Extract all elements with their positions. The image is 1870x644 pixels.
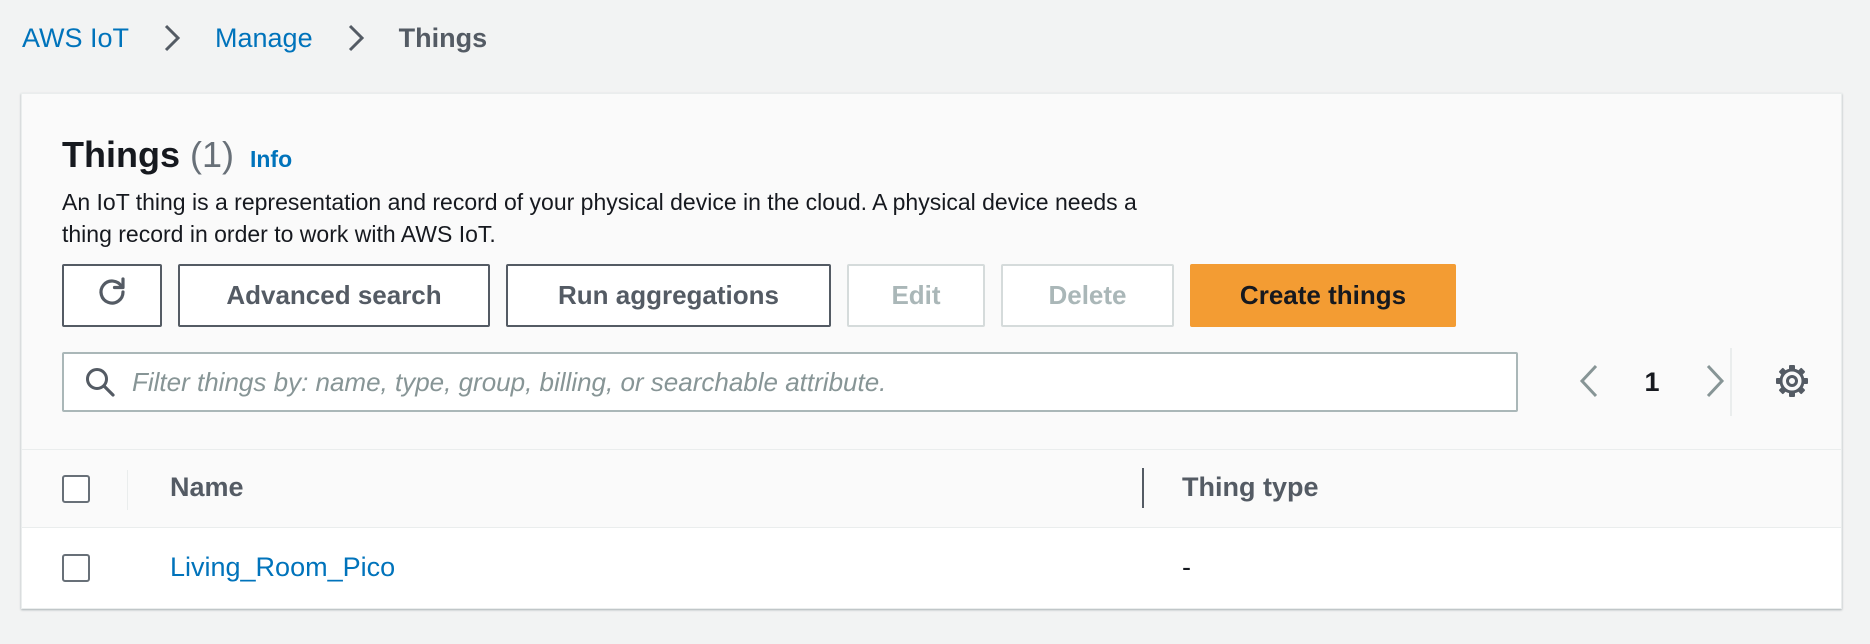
info-link[interactable]: Info: [250, 146, 292, 173]
things-panel: Things (1) Info An IoT thing is a repres…: [21, 93, 1842, 609]
chevron-right-icon: [1704, 363, 1726, 402]
breadcrumb-aws-iot[interactable]: AWS IoT: [22, 23, 129, 54]
next-page-button[interactable]: [1695, 362, 1735, 402]
gear-icon: [1774, 363, 1810, 402]
thing-name-link[interactable]: Living_Room_Pico: [170, 552, 395, 583]
delete-button[interactable]: Delete: [1001, 264, 1174, 327]
search-box: [62, 352, 1518, 412]
column-resize-handle[interactable]: [1142, 468, 1144, 508]
chevron-right-icon: [151, 18, 193, 58]
thing-type-cell: -: [1182, 552, 1191, 582]
select-all-checkbox[interactable]: [62, 475, 90, 503]
breadcrumb: AWS IoT Manage Things: [22, 18, 487, 58]
chevron-left-icon: [1578, 363, 1600, 402]
column-header-thing-type[interactable]: Thing type: [1182, 472, 1319, 503]
table-header: Name Thing type: [22, 449, 1841, 528]
refresh-button[interactable]: [62, 264, 162, 327]
search-input[interactable]: [132, 366, 1516, 398]
search-icon: [82, 364, 118, 400]
chevron-right-icon: [335, 18, 377, 58]
previous-page-button[interactable]: [1569, 362, 1609, 402]
things-count: (1): [189, 134, 234, 175]
edit-button[interactable]: Edit: [847, 264, 985, 327]
column-header-name[interactable]: Name: [170, 472, 244, 503]
column-divider: [127, 470, 128, 510]
toolbar-divider: [1730, 348, 1732, 416]
create-things-button[interactable]: Create things: [1190, 264, 1456, 327]
title-text: Things: [62, 134, 180, 175]
breadcrumb-manage[interactable]: Manage: [215, 23, 313, 54]
current-page[interactable]: 1: [1633, 362, 1671, 402]
table-row: Living_Room_Pico -: [22, 528, 1841, 608]
preferences-button[interactable]: [1770, 360, 1814, 404]
breadcrumb-current: Things: [398, 22, 488, 53]
refresh-icon: [94, 274, 130, 317]
description-text: An IoT thing is a representation and rec…: [62, 189, 1137, 247]
run-aggregations-button[interactable]: Run aggregations: [506, 264, 831, 327]
page-title: Things (1) Info: [62, 134, 292, 176]
row-checkbox[interactable]: [62, 554, 90, 582]
advanced-search-button[interactable]: Advanced search: [178, 264, 490, 327]
